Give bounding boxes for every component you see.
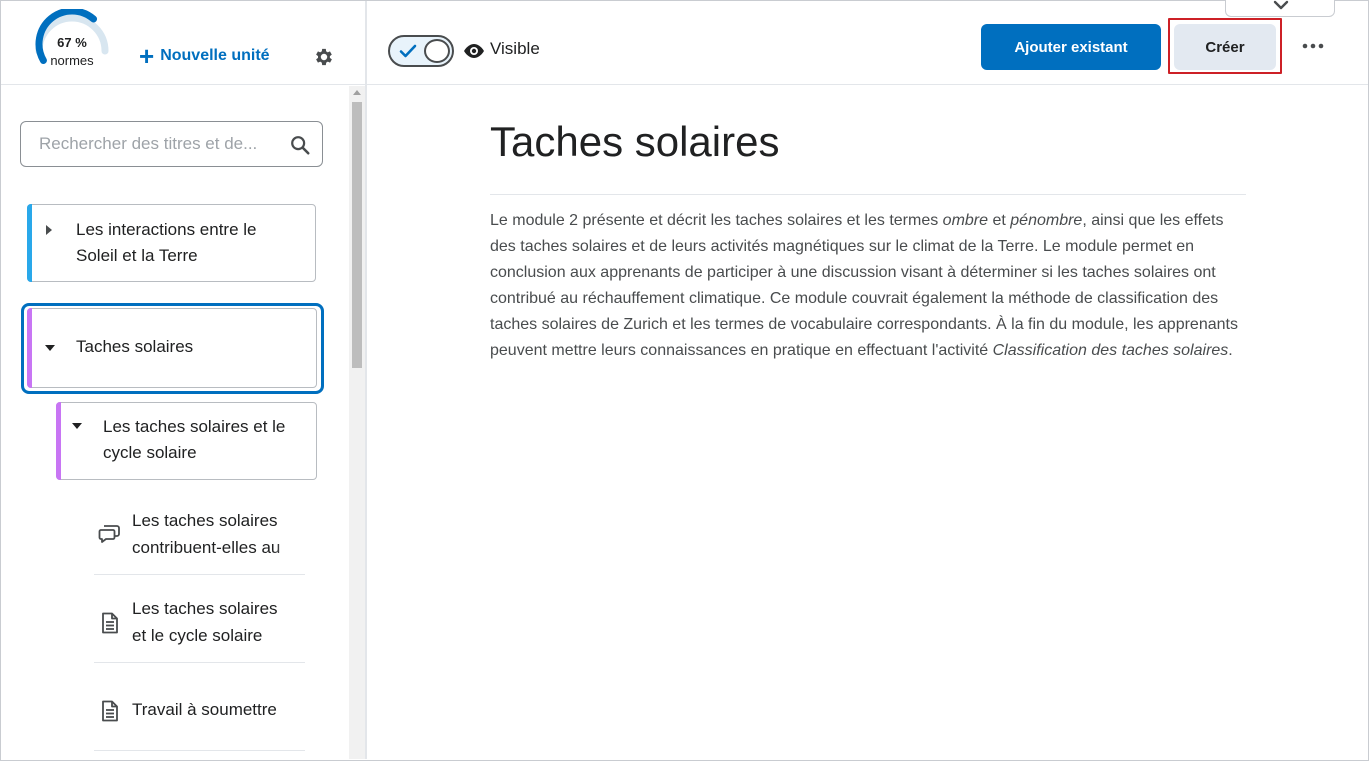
- description-emphasis: pénombre: [1010, 212, 1083, 229]
- description-text: , ainsi que les effets des taches solair…: [490, 212, 1238, 359]
- topic-label: Travail à soumettre: [132, 696, 304, 723]
- unit-item[interactable]: Les interactions entre le Soleil et la T…: [27, 204, 316, 282]
- topic-label-line2: contribuent-elles au: [132, 534, 304, 561]
- scroll-up-arrow-icon[interactable]: [353, 90, 361, 95]
- caret-down-icon[interactable]: [45, 345, 55, 351]
- caret-down-icon[interactable]: [72, 423, 82, 429]
- caret-right-icon[interactable]: [46, 225, 52, 235]
- course-outline-panel: 67 % normes + Nouvelle unité Les interac…: [1, 1, 365, 759]
- toggle-knob: [424, 39, 450, 63]
- progress-label: normes: [50, 53, 94, 68]
- topic-label-line1: Travail à soumettre: [132, 700, 277, 719]
- page-title: Taches solaires: [490, 110, 1246, 195]
- topic-label: Les taches solaires contribuent-elles au: [132, 507, 304, 561]
- document-icon: [102, 700, 118, 722]
- discussion-icon: [98, 525, 120, 543]
- standards-progress-gauge[interactable]: 67 % normes: [31, 9, 113, 73]
- description-emphasis: ombre: [942, 212, 989, 229]
- new-unit-button[interactable]: + Nouvelle unité: [139, 43, 270, 69]
- create-button[interactable]: Créer: [1174, 24, 1276, 70]
- plus-icon: +: [139, 41, 155, 71]
- content-toolbar: Visible Ajouter existant Créer: [367, 0, 1368, 85]
- lesson-item[interactable]: Les taches solaires et le cycle solaire: [56, 402, 317, 480]
- eye-icon: [464, 44, 484, 58]
- search-icon[interactable]: [289, 134, 311, 156]
- topic-item[interactable]: Travail à soumettre: [94, 674, 305, 751]
- more-horizontal-icon[interactable]: [1300, 33, 1326, 59]
- topic-label-line2: et le cycle solaire: [132, 626, 263, 645]
- unit-label: Les interactions entre le Soleil et la T…: [76, 220, 257, 265]
- add-existing-button[interactable]: Ajouter existant: [981, 24, 1161, 70]
- topic-label: Les taches solaires et le cycle solaire: [132, 595, 304, 649]
- scrollbar-thumb[interactable]: [352, 102, 362, 368]
- collapse-header-tab[interactable]: [1225, 0, 1335, 17]
- new-unit-label: Nouvelle unité: [160, 47, 270, 64]
- topic-label-line1: Les taches solaires: [132, 599, 278, 618]
- visibility-label: Visible: [490, 39, 540, 58]
- search-field[interactable]: [20, 121, 323, 167]
- topic-label-line1: Les taches solaires: [132, 511, 278, 530]
- unit-color-bar: [27, 308, 32, 388]
- topic-item[interactable]: Les taches solaires et le cycle solaire: [94, 586, 305, 663]
- panel-divider[interactable]: [365, 1, 367, 759]
- outline-scroll-area[interactable]: Les interactions entre le Soleil et la T…: [1, 86, 365, 759]
- description-text: .: [1228, 342, 1233, 359]
- unit-content: Taches solaires Le module 2 présente et …: [490, 110, 1250, 364]
- search-input[interactable]: [21, 122, 281, 166]
- visibility-toggle[interactable]: [388, 35, 454, 67]
- unit-description: Le module 2 présente et décrit les tache…: [490, 208, 1250, 364]
- unit-item-selected[interactable]: Taches solaires: [27, 308, 317, 388]
- outline-header: 67 % normes + Nouvelle unité: [1, 1, 365, 85]
- unit-label: Taches solaires: [76, 337, 194, 356]
- lesson-color-bar: [56, 402, 61, 480]
- gear-icon[interactable]: [313, 46, 335, 68]
- topic-item[interactable]: Les taches solaires contribuent-elles au: [94, 498, 305, 575]
- description-text: et: [988, 212, 1011, 229]
- outline-scrollbar[interactable]: [349, 86, 365, 759]
- lesson-label: Les taches solaires et le cycle solaire: [103, 417, 286, 462]
- document-icon: [102, 612, 118, 634]
- description-emphasis: Classification des taches solaires: [992, 342, 1229, 359]
- description-text: Le module 2 présente et décrit les tache…: [490, 212, 943, 229]
- progress-percent: 67 %: [57, 35, 87, 50]
- chevron-down-icon: [1273, 0, 1289, 10]
- unit-color-bar: [27, 204, 32, 282]
- check-icon: [399, 44, 417, 58]
